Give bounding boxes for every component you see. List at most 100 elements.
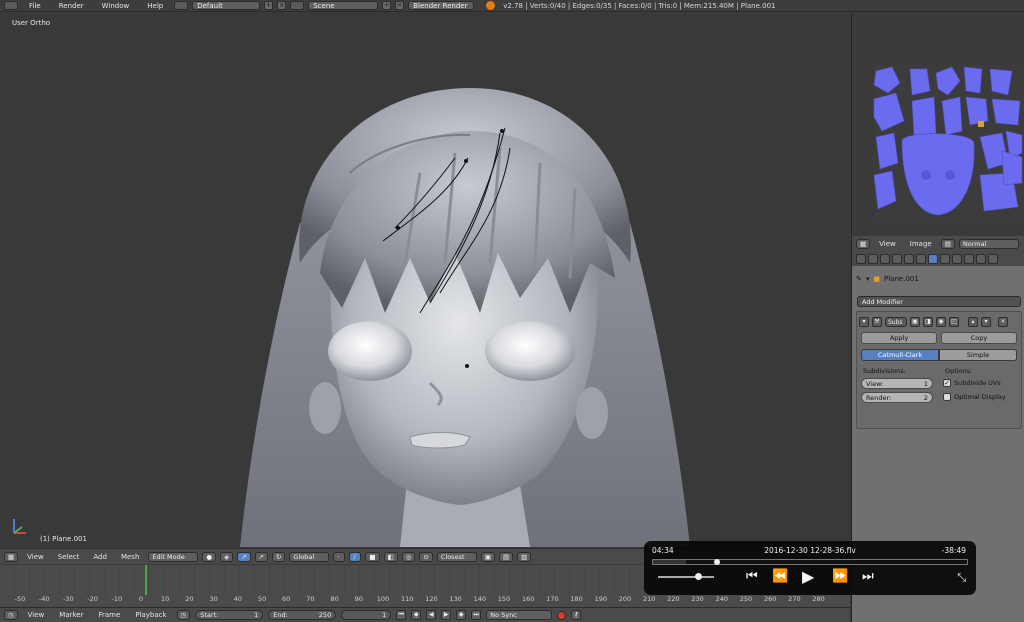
timeline-menu-view[interactable]: View [23, 611, 50, 619]
volume-knob[interactable] [695, 573, 703, 580]
data-tab-icon[interactable] [940, 253, 950, 264]
snap-toggle[interactable]: ⊙ [419, 551, 433, 562]
play-reverse-button[interactable]: ◀ [426, 610, 437, 620]
3d-viewport[interactable]: User Ortho (1) Plane.001 [0, 13, 850, 547]
texture-tab-icon[interactable] [964, 253, 974, 264]
volume-slider[interactable] [658, 573, 714, 580]
modifier-name-field[interactable]: Subs [885, 316, 907, 327]
rewind-icon[interactable]: ⏪ [772, 569, 788, 585]
menu-mesh[interactable]: Mesh [116, 553, 144, 561]
preview-range-toggle[interactable]: ◷ [176, 610, 191, 620]
editor-type-icon[interactable] [4, 1, 18, 10]
uv-image-editor[interactable] [851, 13, 1024, 235]
proportional-edit-button[interactable]: ◎ [401, 551, 416, 562]
material-tab-icon[interactable] [952, 253, 962, 264]
image-shading-select[interactable]: Normal [958, 238, 1019, 249]
jump-start-button[interactable]: ⏮ [396, 610, 407, 620]
rotate-manipulator[interactable]: ↻ [271, 551, 286, 562]
timeline-menu-marker[interactable]: Marker [54, 611, 88, 619]
snap-target-select[interactable]: Closest [436, 551, 477, 562]
current-frame-marker[interactable] [145, 565, 147, 595]
menu-render[interactable]: Render [52, 2, 91, 10]
mode-select[interactable]: Edit Mode [148, 551, 199, 562]
render-engine-select[interactable]: Blender Render [408, 1, 475, 10]
render-levels-field[interactable]: Render: 2 [861, 392, 933, 403]
world-tab-icon[interactable] [892, 253, 902, 264]
edge-select-mode[interactable]: / [349, 551, 362, 562]
opengl-animation-button[interactable]: ▥ [517, 551, 532, 562]
add-scene-button[interactable]: + [382, 1, 392, 10]
play-button[interactable]: ▶ [441, 610, 452, 620]
simple-option[interactable]: Simple [939, 349, 1017, 361]
scrub-knob[interactable] [714, 559, 721, 565]
menu-view[interactable]: View [22, 553, 49, 561]
image-browse-button[interactable]: ▤ [940, 238, 955, 249]
fast-forward-icon[interactable]: ⏩ [832, 569, 848, 585]
scene-field[interactable]: Scene [308, 1, 379, 10]
sync-mode-select[interactable]: No Sync [486, 610, 553, 620]
remove-modifier-icon[interactable]: × [998, 316, 1008, 327]
remove-scene-button[interactable]: × [395, 1, 405, 10]
view-levels-field[interactable]: View: 1 [861, 378, 933, 389]
menu-file[interactable]: File [22, 2, 48, 10]
next-keyframe-button[interactable]: ◆ [456, 610, 467, 620]
constraints-tab-icon[interactable] [916, 253, 926, 264]
edit-cage-icon[interactable]: ▣ [910, 316, 920, 327]
physics-tab-icon[interactable] [988, 253, 998, 264]
uv-menu-view[interactable]: View [874, 240, 901, 248]
timeline-menu-playback[interactable]: Playback [130, 611, 171, 619]
current-frame-field[interactable]: 1 [341, 610, 392, 620]
scrub-bar[interactable] [652, 559, 968, 565]
uv-menu-image[interactable]: Image [905, 240, 937, 248]
play-icon[interactable]: ▶ [802, 569, 814, 585]
viewport-shading-button[interactable]: ● [202, 551, 217, 562]
render-display-icon[interactable]: ◰ [949, 316, 959, 327]
vertex-select-mode[interactable]: · [333, 551, 346, 562]
menu-add[interactable]: Add [88, 553, 112, 561]
move-up-icon[interactable]: ▴ [968, 316, 978, 327]
translate-manipulator[interactable]: ↗ [254, 551, 268, 562]
scene-icon[interactable] [290, 1, 305, 10]
render-layers-tab-icon[interactable] [868, 253, 878, 264]
timeline-editor-type-button[interactable]: ◷ [4, 610, 18, 620]
collapse-arrow-icon[interactable]: ▾ [859, 316, 869, 327]
subdivide-uvs-checkbox[interactable]: ✓ Subdivide UVs [943, 379, 1001, 387]
editor-type-button[interactable]: ▦ [4, 551, 19, 562]
menu-select[interactable]: Select [53, 553, 85, 561]
particles-tab-icon[interactable] [976, 253, 986, 264]
snap-element-button[interactable]: ▣ [480, 551, 496, 562]
render-tab-icon[interactable] [856, 253, 866, 264]
menu-window[interactable]: Window [95, 2, 137, 10]
jump-end-button[interactable]: ⏭ [471, 610, 482, 620]
optimal-display-checkbox[interactable]: Optimal Display [943, 393, 1006, 401]
end-frame-field[interactable]: End: 250 [268, 610, 337, 620]
menu-help[interactable]: Help [140, 2, 170, 10]
timeline-menu-frame[interactable]: Frame [94, 611, 126, 619]
move-down-icon[interactable]: ▾ [981, 316, 991, 327]
pivot-point-button[interactable]: ◈ [220, 551, 234, 562]
auto-keying-record-icon[interactable] [557, 610, 567, 620]
skip-back-icon[interactable]: ⏮ [746, 569, 758, 585]
add-modifier-dropdown[interactable]: Add Modifier [857, 296, 1021, 307]
prev-keyframe-button[interactable]: ◆ [411, 610, 422, 620]
screen-layout-icon[interactable] [174, 1, 189, 10]
skip-forward-icon[interactable]: ⏭ [862, 569, 874, 585]
editmode-display-icon[interactable]: ◨ [923, 316, 933, 327]
keying-set-button[interactable]: ⚷ [571, 610, 582, 620]
limit-selection-button[interactable]: ◧ [383, 551, 398, 562]
start-frame-field[interactable]: Start: 1 [195, 610, 264, 620]
scene-tab-icon[interactable] [880, 253, 890, 264]
uv-editor-type-button[interactable]: ▦ [856, 238, 871, 249]
exit-fullscreen-icon[interactable]: ⤡ [957, 571, 966, 585]
manipulator-toggle[interactable]: ↗ [237, 551, 251, 562]
catmull-clark-option[interactable]: Catmull-Clark [861, 349, 939, 361]
screen-layout-field[interactable]: Default [192, 1, 261, 10]
remove-layout-button[interactable]: × [277, 1, 287, 10]
object-tab-icon[interactable] [904, 253, 914, 264]
transform-orientation-select[interactable]: Global [289, 551, 330, 562]
modifiers-tab-icon[interactable] [928, 253, 938, 264]
pin-icon[interactable]: ✎ [856, 275, 862, 283]
viewport-display-icon[interactable]: ◉ [936, 316, 946, 327]
add-layout-button[interactable]: + [264, 1, 274, 10]
apply-button[interactable]: Apply [861, 332, 937, 344]
